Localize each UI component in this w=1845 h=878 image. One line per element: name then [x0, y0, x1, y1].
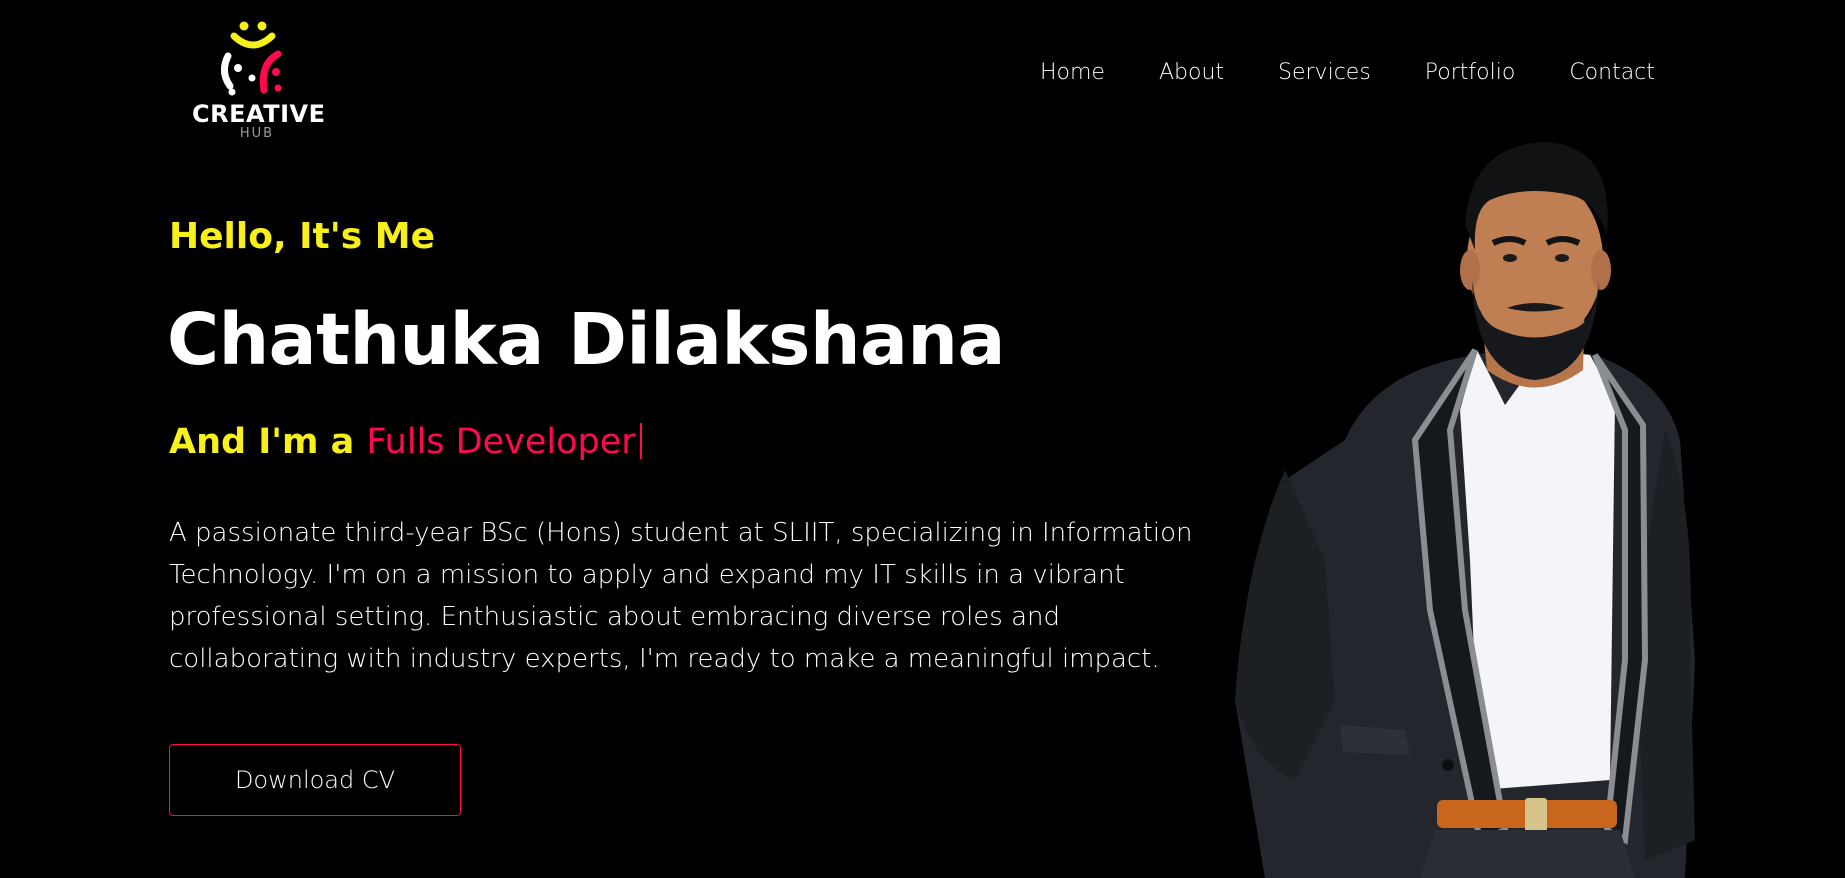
hero-description: A passionate third-year BSc (Hons) stude… — [169, 518, 1193, 674]
main-nav: Home About Services Portfolio Contact — [1040, 60, 1655, 85]
download-cv-button[interactable]: Download CV — [169, 744, 461, 816]
nav-portfolio[interactable]: Portfolio — [1425, 60, 1516, 85]
logo-subtitle: HUB — [239, 126, 275, 141]
hero-greeting: Hello, It's Me — [169, 216, 435, 257]
nav-contact[interactable]: Contact — [1569, 60, 1655, 85]
three-people-joined-icon — [221, 21, 282, 96]
typing-cursor — [639, 423, 642, 459]
logo[interactable]: CREATIVE HUB — [192, 18, 326, 143]
nav-about[interactable]: About — [1159, 60, 1224, 85]
nav-services[interactable]: Services — [1278, 60, 1371, 85]
page: CREATIVE HUB Home About Services Portfol… — [0, 0, 1845, 878]
profile-photo — [1235, 142, 1695, 878]
logo-title: CREATIVE — [192, 100, 326, 128]
nav-home[interactable]: Home — [1040, 60, 1105, 85]
role-typed-text: Fulls Developer — [366, 422, 636, 462]
hero-role: And I'm a Fulls Developer — [169, 422, 642, 462]
role-prefix: And I'm a — [169, 422, 355, 462]
hero-name: Chathuka Dilakshana — [167, 298, 1005, 381]
